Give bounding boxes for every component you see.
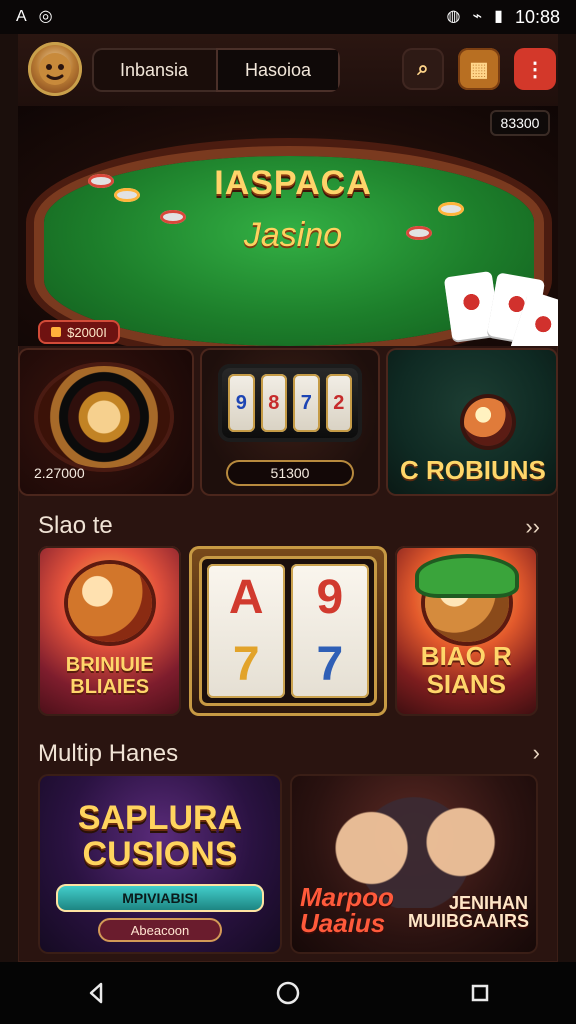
- hero-banner[interactable]: IASPACA Jasino 83300 $2000I: [18, 106, 558, 346]
- status-left: A ◎: [16, 9, 53, 25]
- casino-chip: [406, 226, 432, 240]
- reel-symbol: 2: [325, 374, 352, 432]
- slot-symbol: 9: [316, 570, 344, 624]
- roulette-amount: 2.27000: [34, 465, 85, 481]
- mini-slot-machine: 9 8 7 2: [218, 364, 362, 442]
- multi-games-row: SAPLURA CUSIONS MPIVIABISI Abeacoon Marp…: [38, 774, 538, 956]
- multi-game-title: SAPLURA CUSIONS: [77, 799, 243, 873]
- nav-home-button[interactable]: [256, 971, 320, 1015]
- section-title-multi: Multip Hanes: [38, 740, 179, 767]
- casino-chip: [160, 210, 186, 224]
- multi-game-card[interactable]: SAPLURA CUSIONS MPIVIABISI Abeacoon: [38, 774, 282, 954]
- slot-symbol: A: [228, 570, 264, 624]
- hero-top-badge: 83300: [490, 110, 550, 136]
- reel-symbol: 7: [293, 374, 320, 432]
- slot-symbol: 7: [232, 637, 260, 691]
- hero-left-chip-value: $2000I: [67, 324, 107, 340]
- nav-recents-button[interactable]: [448, 971, 512, 1015]
- status-circle-icon: ◎: [38, 8, 53, 25]
- more-vert-icon: ⋮: [525, 58, 545, 81]
- casino-chip: [114, 188, 140, 202]
- casino-chip: [88, 174, 114, 188]
- hero-left-chip: $2000I: [38, 320, 120, 344]
- featured-row: 2.27000 9 8 7 2 51300 C ROBIUNS: [18, 348, 558, 498]
- search-icon: ⌕: [417, 57, 429, 80]
- signal-icon: ▮: [494, 8, 503, 25]
- featured-poker-tile[interactable]: C ROBIUNS: [386, 348, 558, 496]
- multi-game-cta[interactable]: Abeacoon: [98, 918, 222, 942]
- slots-amount: 51300: [226, 460, 354, 486]
- section-arrow-slots[interactable]: ››: [525, 514, 540, 540]
- app-frame: Inbansia Hasoioa ⌕ ▦ ⋮ IASPACA Jasino 83…: [18, 34, 558, 962]
- slot-column: A 7: [207, 564, 285, 698]
- clock: 10:88: [514, 6, 560, 27]
- section-arrow-multi[interactable]: ›: [533, 740, 540, 766]
- top-tabs: Inbansia Hasoioa: [92, 48, 340, 92]
- poker-emblem-icon: [464, 398, 512, 446]
- game-title: BRINIUIE BLIAIES: [65, 654, 154, 698]
- featured-slots-tile[interactable]: 9 8 7 2 51300: [200, 348, 380, 496]
- tab-hasoioa[interactable]: Hasoioa: [216, 48, 340, 92]
- grid-icon: ▦: [469, 58, 489, 81]
- coin-icon: [51, 327, 62, 337]
- slot-symbol: 7: [316, 637, 344, 691]
- status-bar: A ◎ ◍ ⌁ ▮ 10:88: [0, 0, 576, 34]
- vibrate-icon: ◍: [446, 8, 461, 25]
- status-right: ◍ ⌁ ▮ 10:88: [447, 7, 560, 28]
- hero-title: IASPACA: [214, 164, 372, 202]
- recents-icon: [471, 984, 489, 1002]
- wifi-icon: ⌁: [472, 8, 483, 25]
- slot-column: 9 7: [291, 564, 369, 698]
- poker-title: C ROBIUNS: [400, 455, 546, 485]
- game-mascot: [418, 558, 515, 642]
- slots-games-row: BRINIUIE BLIAIES A 7 9 7 BIAO R SIANS: [38, 546, 538, 718]
- more-menu-button[interactable]: ⋮: [514, 48, 556, 90]
- mini-reels: 9 8 7 2: [228, 374, 352, 432]
- reel-symbol: 9: [228, 374, 255, 432]
- hero-subtitle: Jasino: [243, 216, 343, 254]
- status-a-icon: A: [16, 8, 27, 25]
- brand-logo[interactable]: [28, 42, 82, 96]
- grid-button[interactable]: ▦: [458, 48, 500, 90]
- roulette-wheel: [34, 362, 174, 472]
- nav-back-button[interactable]: [64, 971, 128, 1015]
- multi-game-subtitle: JENIHAN MUIIBGAAIRS: [408, 893, 529, 931]
- multi-game-ribbon: MPIVIABISI: [56, 884, 264, 912]
- reel-symbol: 8: [260, 374, 287, 432]
- android-nav-bar: [0, 962, 576, 1024]
- game-mascot: [68, 564, 152, 642]
- lion-mascot-icon: [39, 53, 71, 85]
- tab-inbansia[interactable]: Inbansia: [92, 48, 216, 92]
- back-icon: [89, 982, 103, 1004]
- multi-game-card[interactable]: Marpoo Uaaius JENIHAN MUIIBGAAIRS: [290, 774, 538, 954]
- big-slot-reels: A 7 9 7: [199, 556, 377, 706]
- game-card[interactable]: BRINIUIE BLIAIES: [38, 546, 182, 716]
- casino-chip: [438, 202, 464, 216]
- search-button[interactable]: ⌕: [402, 48, 444, 90]
- home-icon: [276, 981, 300, 1005]
- featured-roulette-tile[interactable]: 2.27000: [18, 348, 194, 496]
- game-title: BIAO R SIANS: [420, 641, 512, 699]
- game-card[interactable]: BIAO R SIANS: [394, 546, 538, 716]
- top-bar: Inbansia Hasoioa ⌕ ▦ ⋮: [18, 34, 558, 106]
- game-card[interactable]: A 7 9 7: [189, 546, 387, 716]
- section-title-slots: Slao te: [38, 512, 113, 539]
